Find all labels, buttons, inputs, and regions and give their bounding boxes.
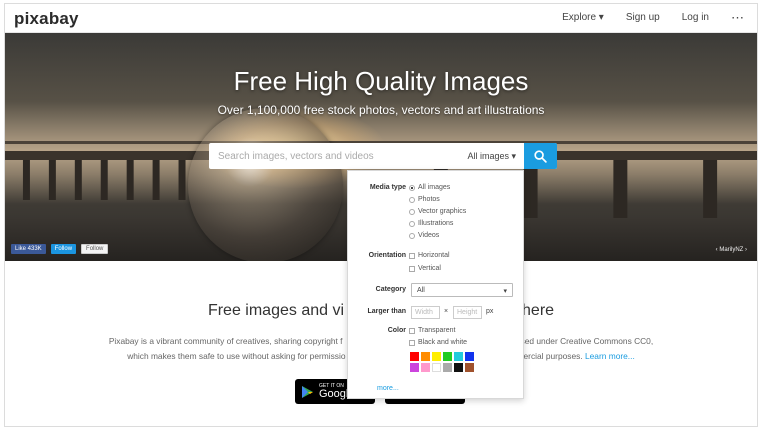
search-input[interactable]: Search images, vectors and videos: [209, 151, 467, 162]
width-field[interactable]: Width: [411, 306, 440, 319]
search-icon: [534, 149, 547, 163]
times-sign: ×: [444, 308, 449, 315]
top-nav: Explore ▾ Sign up Log in ⋯: [540, 11, 745, 24]
signup-link[interactable]: Sign up: [626, 12, 660, 23]
color-black-white[interactable]: Black and white: [409, 339, 467, 346]
media-option-photos[interactable]: Photos: [409, 196, 440, 203]
media-option-illustrations[interactable]: Illustrations: [409, 220, 453, 227]
section-title-left: Free images and vi: [207, 302, 345, 319]
radio-icon[interactable]: [409, 208, 415, 215]
section-title-right: here: [522, 302, 555, 319]
color-swatch[interactable]: [410, 363, 419, 372]
crystal-ball: [188, 108, 343, 261]
checkbox-icon[interactable]: [409, 252, 415, 259]
intro-line1-left: Pixabay is a vibrant community of creati…: [108, 336, 343, 346]
color-transparent[interactable]: Transparent: [409, 327, 455, 334]
color-swatch[interactable]: [432, 352, 441, 361]
media-option-vectors[interactable]: Vector graphics: [409, 208, 466, 215]
checkbox-icon[interactable]: [409, 339, 415, 346]
color-swatch[interactable]: [421, 352, 430, 361]
intro-line2-right: ercial purposes.: [523, 351, 583, 361]
orientation-vertical[interactable]: Vertical: [409, 265, 441, 272]
color-label: Color: [387, 327, 406, 334]
explore-menu[interactable]: Explore ▾: [562, 12, 604, 23]
social-buttons: Like 433K Follow Follow: [11, 244, 109, 254]
browser-frame: pixabay Explore ▾ Sign up Log in ⋯ Free …: [4, 3, 758, 427]
orientation-horizontal[interactable]: Horizontal: [409, 252, 450, 259]
pixabay-logo[interactable]: pixabay: [14, 9, 79, 29]
color-swatch[interactable]: [454, 352, 463, 361]
media-type-label: Media type: [369, 184, 406, 191]
hero-title: Free High Quality Images: [233, 66, 529, 96]
photo-credit[interactable]: ‹ MarilyNZ ›: [716, 247, 747, 253]
px-unit: px: [486, 308, 494, 315]
radio-icon[interactable]: [409, 196, 415, 203]
color-swatch[interactable]: [432, 363, 441, 372]
google-play-big-text: Googl: [319, 388, 349, 400]
height-field[interactable]: Height: [453, 306, 482, 319]
color-swatch[interactable]: [465, 363, 474, 372]
color-swatch[interactable]: [421, 363, 430, 372]
radio-icon[interactable]: [409, 220, 415, 227]
media-option-videos[interactable]: Videos: [409, 232, 439, 239]
color-swatch[interactable]: [465, 352, 474, 361]
search-bar: Search images, vectors and videos All im…: [209, 143, 557, 169]
checkbox-icon[interactable]: [409, 265, 415, 272]
learn-more-link[interactable]: Learn more...: [585, 351, 635, 361]
twitter-follow-button[interactable]: Follow: [50, 244, 77, 254]
facebook-like-button[interactable]: Like 433K: [11, 244, 46, 254]
radio-selected-icon[interactable]: [409, 184, 415, 191]
login-link[interactable]: Log in: [682, 12, 709, 23]
color-swatch[interactable]: [443, 352, 452, 361]
hero-subtitle: Over 1,100,000 free stock photos, vector…: [217, 103, 545, 117]
color-swatch[interactable]: [410, 352, 419, 361]
category-label: Category: [375, 286, 406, 293]
search-options-dropdown: Media type All images Photos Vector grap…: [347, 170, 524, 399]
color-swatches: [410, 352, 474, 372]
checkbox-icon[interactable]: [409, 327, 415, 334]
dropdown-arrow-icon: ▾: [503, 288, 507, 295]
top-bar: pixabay Explore ▾ Sign up Log in ⋯: [5, 4, 757, 33]
color-swatch[interactable]: [454, 363, 463, 372]
media-type-select[interactable]: All images ▾: [467, 151, 524, 162]
larger-than-label: Larger than: [367, 308, 406, 315]
radio-icon[interactable]: [409, 232, 415, 239]
search-button[interactable]: [524, 143, 557, 169]
more-link[interactable]: more...: [377, 385, 399, 392]
category-select[interactable]: All ▾: [411, 283, 513, 297]
more-menu-icon[interactable]: ⋯: [731, 11, 745, 24]
play-store-icon: [302, 385, 313, 398]
media-option-all[interactable]: All images: [409, 184, 450, 191]
google-follow-button[interactable]: Follow: [81, 244, 109, 254]
intro-line1-right: sed under Creative Commons CC0,: [520, 336, 654, 346]
intro-line2-left: which makes them safe to use without ask…: [127, 351, 346, 361]
orientation-label: Orientation: [368, 252, 406, 259]
color-swatch[interactable]: [443, 363, 452, 372]
